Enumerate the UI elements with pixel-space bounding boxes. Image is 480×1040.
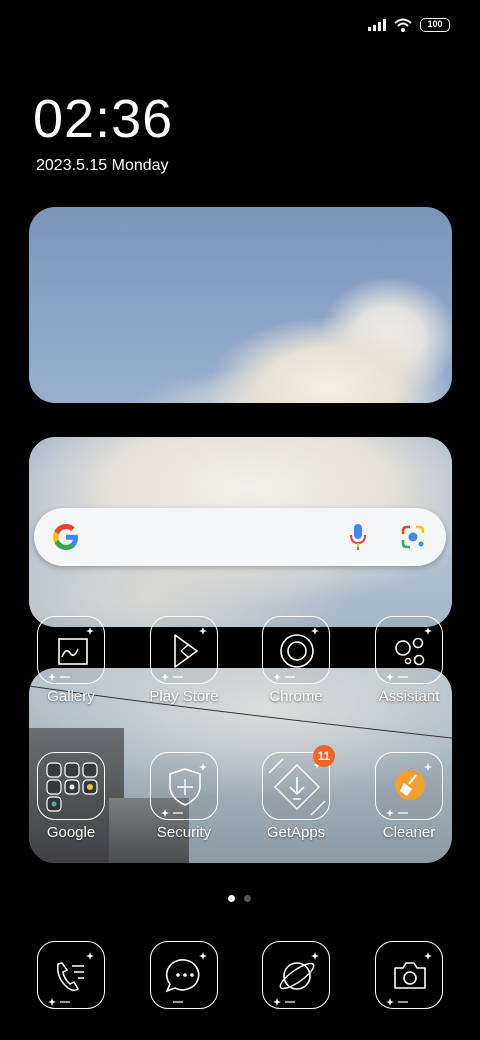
clock-date[interactable]: 2023.5.15 Monday [36,157,169,175]
camera-tile [375,941,443,1009]
assistant-icon [386,627,432,681]
phone-icon [48,952,94,1006]
google-search-bar[interactable] [34,508,446,566]
app-label: Security [156,824,212,841]
google-folder-tile [37,752,105,820]
dock-camera[interactable] [359,941,459,1009]
cleaner-tile [375,752,443,820]
phone-tile [37,941,105,1009]
chrome-tile [262,616,330,684]
cleaner-broom-icon [386,763,432,817]
security-tile [150,752,218,820]
app-assistant[interactable]: Assistant [359,616,459,705]
app-chrome[interactable]: Chrome [246,616,346,705]
status-bar: 100 [368,18,450,32]
assistant-tile [375,616,443,684]
page-dot [244,895,251,902]
microphone-icon[interactable] [350,524,366,550]
security-shield-icon [161,763,207,817]
app-cleaner[interactable]: Cleaner [359,752,459,841]
photo-widget-top[interactable] [29,207,452,403]
camera-icon [386,952,432,1006]
app-security[interactable]: Security [134,752,234,841]
gallery-icon [48,627,94,681]
app-label: Cleaner [382,824,436,841]
app-gallery[interactable]: Gallery [21,616,121,705]
battery-icon: 100 [420,18,450,32]
app-label: Gallery [47,688,95,705]
app-getapps[interactable]: 11 GetApps [246,745,346,841]
page-dot-active [228,895,235,902]
app-label: Google [46,824,96,841]
google-lens-icon[interactable] [400,524,426,550]
app-google-folder[interactable]: Google [21,752,121,841]
signal-icon [368,19,386,31]
messages-icon [165,952,207,1003]
browser-tile [262,941,330,1009]
app-label: GetApps [266,824,326,841]
getapps-tile: 11 [262,745,335,820]
play-store-icon [161,627,207,681]
app-play-store[interactable]: Play Store [134,616,234,705]
app-label: Assistant [378,688,440,705]
google-folder-icon [46,762,98,812]
messages-tile [150,941,218,1009]
app-label: Play Store [149,688,219,705]
dock-browser[interactable] [246,941,346,1009]
google-g-icon[interactable] [52,523,80,551]
play-store-tile [150,616,218,684]
gallery-tile [37,616,105,684]
browser-planet-icon [273,952,319,1006]
clock-time[interactable]: 02:36 [33,88,173,150]
wifi-icon [394,18,412,32]
page-indicator[interactable] [228,895,251,902]
dock-phone[interactable] [21,941,121,1009]
app-label: Chrome [269,688,323,705]
dock-messages[interactable] [134,941,234,1009]
battery-level: 100 [427,19,443,29]
notification-badge: 11 [313,745,335,767]
chrome-icon [273,627,319,681]
